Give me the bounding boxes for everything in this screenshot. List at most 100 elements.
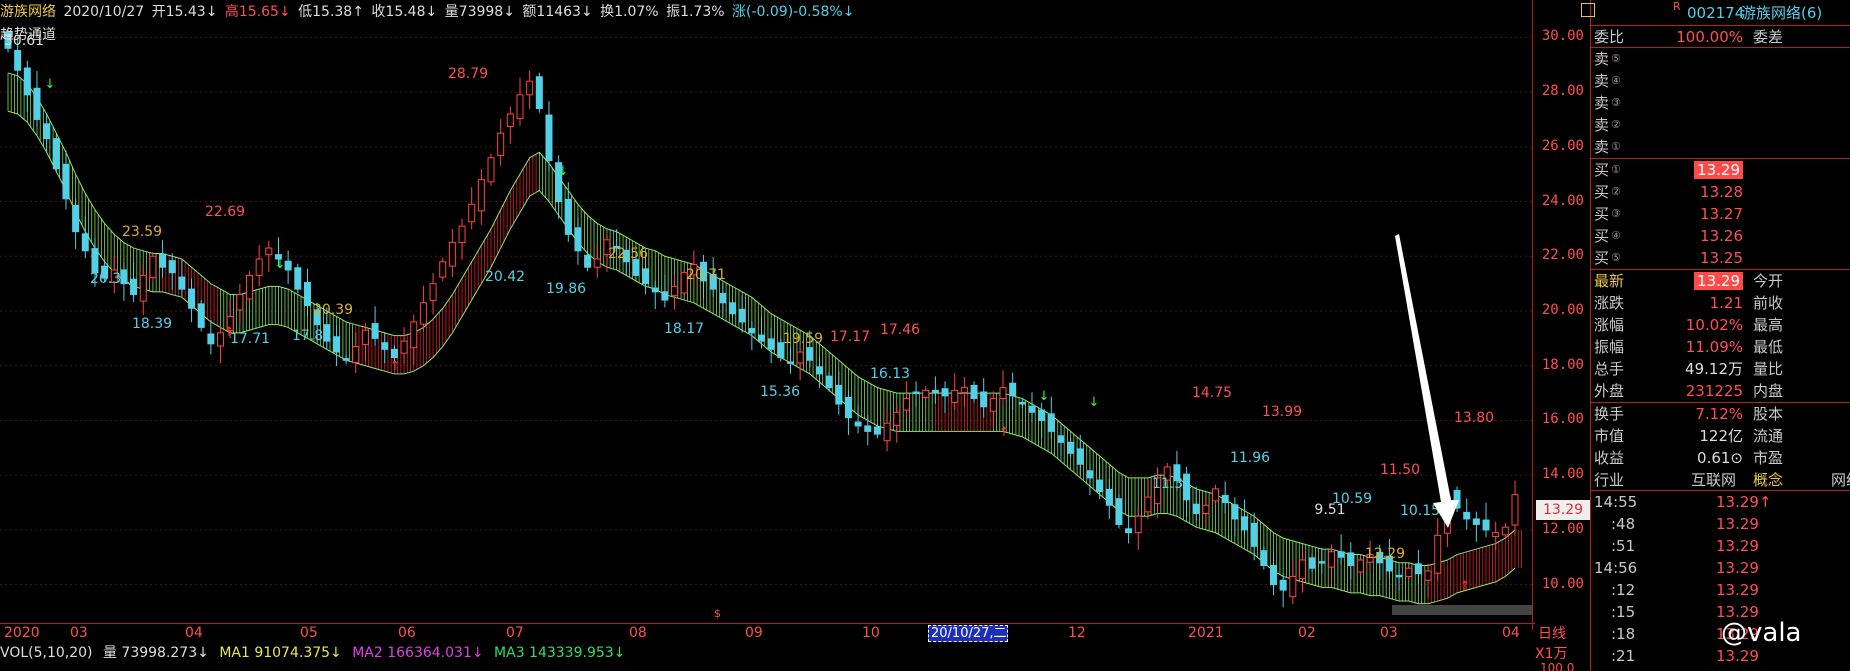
- price-tick-label: 12.00: [1541, 520, 1584, 537]
- candle-body: [361, 329, 369, 345]
- stat-value: 13.29: [1694, 270, 1743, 292]
- sell-index: ⑤: [1611, 52, 1621, 65]
- stat-label-2: 前收: [1753, 294, 1784, 312]
- stat-label-2: 今开: [1753, 272, 1784, 290]
- candle-body: [671, 285, 679, 297]
- candle-body: [81, 233, 89, 252]
- candle-body: [1356, 559, 1364, 573]
- price-tick-label: 18.00: [1541, 356, 1584, 373]
- candle-body: [458, 225, 466, 244]
- stat-label-2: 量比: [1753, 360, 1784, 378]
- date-cursor-label: 20/10/27,二: [928, 625, 1008, 642]
- quote-panel: R 002174 游族网络(6) 委比 100.00% 委差 卖⑤卖④卖③卖②卖…: [1581, 0, 1850, 671]
- candle-body: [207, 333, 215, 345]
- r-badge: R: [1673, 0, 1681, 13]
- date-tick-label: 09: [745, 625, 763, 641]
- candle-body: [1482, 519, 1490, 531]
- extreme-price-label: 15.36: [760, 384, 800, 400]
- stat-value: 1.21: [1709, 294, 1743, 312]
- candle-body: [1395, 574, 1403, 578]
- candle-body: [149, 255, 157, 279]
- candle-body: [381, 342, 389, 350]
- panel-row: 最新 13.29 今开: [1591, 270, 1850, 292]
- candle-body: [912, 391, 920, 394]
- panel-row: 卖④: [1591, 70, 1850, 92]
- candle-body: [738, 308, 746, 323]
- candle-body: [1115, 498, 1123, 525]
- candle-body: [1009, 382, 1017, 397]
- candlestick-chart[interactable]: 30.6120.3118.3922.6917.71 17.8228.7920.42…: [0, 0, 1532, 623]
- candle-body: [806, 347, 814, 361]
- candle-body: [1501, 526, 1509, 536]
- candle-body: [815, 366, 823, 375]
- tick-time: 14:55: [1594, 493, 1638, 511]
- candle-body: [1337, 551, 1345, 558]
- vol-label[interactable]: VOL(5,10,20): [0, 645, 93, 661]
- sell-index: ①: [1611, 140, 1621, 153]
- period-button[interactable]: 日线: [1538, 623, 1590, 643]
- tick-price: 13.29: [1716, 559, 1759, 577]
- candle-body: [1424, 570, 1432, 581]
- candle-body: [661, 291, 669, 301]
- candle-body: [236, 294, 244, 311]
- panel-row: 买 ③ 13.27: [1591, 203, 1850, 225]
- stock-code: 002174: [1687, 4, 1745, 22]
- quote-header: R 002174 游族网络(6): [1581, 0, 1850, 26]
- panel-row: :21 13.29: [1591, 645, 1850, 667]
- buy-price: 13.27: [1700, 205, 1743, 223]
- stat-value: 11.09%: [1685, 338, 1743, 356]
- candle-body: [873, 426, 881, 435]
- panel-toggle-icon[interactable]: [1581, 3, 1595, 17]
- candle-body: [729, 302, 737, 315]
- candle-body: [1144, 496, 1152, 513]
- candle-body: [410, 321, 418, 349]
- candle-body: [139, 274, 147, 302]
- date-tick-label: 05: [300, 625, 318, 641]
- tick-time: :21: [1611, 647, 1636, 665]
- stat-label: 换手: [1594, 405, 1625, 423]
- candle-body: [197, 303, 205, 328]
- buy-orders: 买 ① 13.29 买 ② 13.28 买 ③ 13.27 买 ④ 13.26 买 ⑤ 13.25: [1591, 158, 1850, 270]
- buy-label: 买: [1594, 183, 1610, 201]
- date-tick-label: 07: [506, 625, 524, 641]
- channel-value-label: 20.71: [686, 267, 726, 283]
- tick-price: 13.29: [1716, 647, 1759, 665]
- candle-body: [1414, 563, 1422, 575]
- date-tick-label: 04: [1502, 625, 1520, 641]
- extreme-price-label: 18.17: [664, 321, 704, 337]
- candle-body: [1202, 504, 1210, 514]
- panel-row: 14:55 13.29↑: [1591, 491, 1850, 513]
- price-tick-label: 22.00: [1541, 247, 1584, 264]
- sell-signal-arrow: ↓: [275, 257, 286, 272]
- stat-value: 10.02%: [1685, 316, 1743, 334]
- date-tick-label: 12: [1068, 625, 1086, 641]
- candle-body: [796, 351, 804, 364]
- weibi-value: 100.00%: [1676, 28, 1743, 46]
- candle-body: [284, 260, 292, 271]
- buy-label: 买: [1594, 249, 1610, 267]
- candle-body: [1076, 448, 1084, 465]
- concept-value[interactable]: 网络: [1831, 469, 1850, 491]
- price-axis: 30.00 28.00 26.00 24.00 22.00 20.00 18.00 16.00…: [1532, 0, 1590, 630]
- buy-index: ③: [1611, 207, 1621, 220]
- candle-body: [52, 138, 60, 170]
- date-tick-label: 2021: [1188, 625, 1224, 641]
- extreme-price-label: 17.82: [292, 328, 332, 344]
- candle-body: [642, 268, 650, 285]
- sell-signal-arrow: ↓: [1039, 389, 1050, 404]
- volume-unit-label: X1万: [1535, 646, 1568, 662]
- buy-price: 13.26: [1700, 227, 1743, 245]
- buy-label: 买: [1594, 161, 1610, 179]
- candle-body: [719, 292, 727, 304]
- ma1-value: MA1 91074.375↓: [219, 645, 342, 661]
- candle-body: [1096, 479, 1104, 493]
- extreme-price-label: 22.69: [205, 204, 245, 220]
- candle-body: [497, 132, 505, 157]
- candle-body: [352, 346, 360, 363]
- industry-value[interactable]: 互联网: [1691, 469, 1736, 491]
- extreme-price-label: 17.71: [230, 331, 270, 347]
- tick-time: :18: [1611, 625, 1636, 643]
- candle-body: [1086, 470, 1094, 479]
- candle-body: [1134, 515, 1142, 534]
- price-tick-label: 16.00: [1541, 411, 1584, 428]
